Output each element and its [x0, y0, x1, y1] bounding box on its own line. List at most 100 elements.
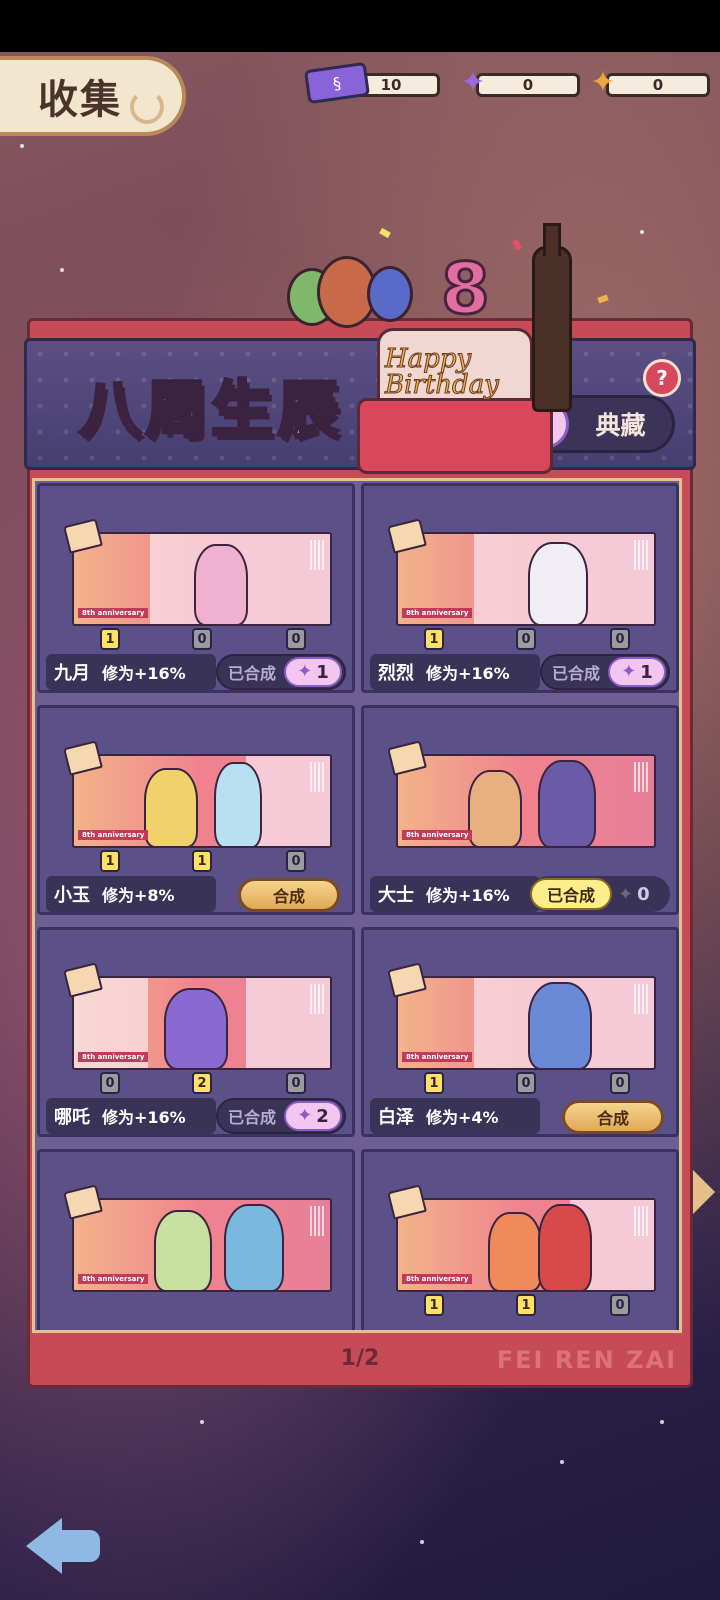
card-art: 8th anniversary — [72, 976, 332, 1070]
anniversary-label: 8th anniversary — [78, 608, 149, 618]
card-name-box: 大士 修为+16% — [370, 876, 540, 912]
card-name: 烈烈 — [378, 663, 414, 684]
piece-count: 0 — [286, 850, 306, 872]
card-art: 8th anniversary — [396, 532, 656, 626]
card-lielie[interactable]: 8th anniversary 1 0 0 烈烈 修为+16% 已合成 ✦ 1 — [361, 483, 679, 693]
event-title: 八周生辰 — [77, 372, 344, 448]
swirl-icon — [130, 90, 164, 124]
puzzle-icon: ✦ — [297, 1105, 313, 1126]
tab-collection[interactable]: 典藏 — [569, 406, 672, 442]
confetti-icon — [597, 294, 609, 304]
cake-greeting-line1: Happy — [385, 344, 472, 374]
puzzle-icon: ✦ — [297, 661, 313, 682]
purple-puzzle-count: 0 — [476, 73, 580, 97]
next-page-arrow-icon[interactable] — [693, 1170, 715, 1214]
card-art: 8th anniversary — [72, 754, 332, 848]
status-label: 已合成 — [530, 878, 612, 910]
piece-count: 1 — [100, 628, 120, 650]
sparkle-icon — [660, 1420, 664, 1424]
card-art: 8th anniversary — [72, 1198, 332, 1292]
card-art: 8th anniversary — [396, 754, 656, 848]
synthesized-status: 已合成 ✦ 1 — [540, 654, 670, 690]
duplicate-count-badge[interactable]: ✦ 2 — [284, 1101, 342, 1131]
piece-count: 0 — [192, 628, 212, 650]
sparkle-icon — [560, 1460, 564, 1464]
page-title: 收集 — [38, 77, 122, 123]
cake-greeting: Happy Birthday — [385, 344, 500, 400]
cake-number: 8 — [440, 247, 492, 332]
card-baize[interactable]: 8th anniversary 1 0 0 白泽 修为+4% 合成 — [361, 927, 679, 1137]
birthday-cake-icon: 8 Happy Birthday — [357, 228, 553, 474]
card-dashi[interactable]: 8th anniversary 大士 修为+16% 已合成 ✦ 0 — [361, 705, 679, 915]
puzzle-icon: ✦ — [621, 661, 637, 682]
sparkle-icon — [60, 268, 64, 272]
anniversary-label: 8th anniversary — [402, 608, 473, 618]
anniversary-label: 8th anniversary — [78, 830, 149, 840]
card-bonus: 修为+4% — [426, 1108, 499, 1127]
duplicate-count-badge[interactable]: ✦ 1 — [284, 657, 342, 687]
card-8[interactable]: 8th anniversary 1 1 0 — [361, 1149, 679, 1330]
help-button[interactable]: ? — [643, 359, 681, 397]
card-name: 哪吒 — [54, 1107, 90, 1128]
duplicate-count: 1 — [640, 661, 653, 683]
page-title-tab: 收集 — [0, 56, 186, 136]
anniversary-label: 8th anniversary — [78, 1274, 149, 1284]
anniversary-label: 8th anniversary — [402, 830, 473, 840]
orange-puzzle-count: 0 — [606, 73, 710, 97]
card-name: 白泽 — [378, 1107, 414, 1128]
puzzle-icon: ✦ — [618, 883, 634, 905]
cake-greeting-line2: Birthday — [385, 370, 500, 400]
sparkle-icon — [20, 144, 24, 148]
piece-count: 0 — [516, 628, 536, 650]
card-name: 大士 — [378, 885, 414, 906]
card-name-box: 哪吒 修为+16% — [46, 1098, 216, 1134]
card-art: 8th anniversary — [396, 976, 656, 1070]
piece-count: 2 — [192, 1072, 212, 1094]
card-grid: 8th anniversary 1 0 0 九月 修为+16% 已合成 ✦ 1 8… — [32, 478, 682, 1333]
card-name-box: 九月 修为+16% — [46, 654, 216, 690]
duplicate-count: 2 — [316, 1105, 329, 1127]
card-bonus: 修为+16% — [102, 1108, 186, 1127]
anniversary-label: 8th anniversary — [78, 1052, 149, 1062]
synthesize-button[interactable]: 合成 — [238, 878, 340, 912]
purple-puzzle-icon: ✦ — [460, 65, 486, 100]
card-bonus: 修为+8% — [102, 886, 175, 905]
pager: 1/2 FEI REN ZAI — [27, 1338, 693, 1388]
sparkle-icon — [640, 230, 644, 234]
card-bonus: 修为+16% — [426, 886, 510, 905]
duplicate-count-badge: ✦ 0 — [618, 884, 650, 905]
piece-count: 0 — [516, 1072, 536, 1094]
piece-count: 0 — [286, 1072, 306, 1094]
card-name-box: 白泽 修为+4% — [370, 1098, 540, 1134]
card-art: 8th anniversary — [72, 532, 332, 626]
card-art: 8th anniversary — [396, 1198, 656, 1292]
card-xiaoyu[interactable]: 8th anniversary 1 1 0 小玉 修为+8% 合成 — [37, 705, 355, 915]
status-label: 已合成 — [228, 1108, 277, 1127]
card-name-box: 烈烈 修为+16% — [370, 654, 540, 690]
card-bonus: 修为+16% — [426, 664, 510, 683]
piece-count: 0 — [610, 628, 630, 650]
piece-count: 1 — [192, 850, 212, 872]
brand-watermark: FEI REN ZAI — [496, 1346, 677, 1374]
piece-count: 1 — [424, 1294, 444, 1316]
ticket-counter[interactable]: § 10 — [303, 61, 440, 105]
synthesized-status: 已合成 ✦ 1 — [216, 654, 346, 690]
synthesize-button[interactable]: 合成 — [562, 1100, 664, 1134]
card-name-box: 小玉 修为+8% — [46, 876, 216, 912]
status-label: 已合成 — [552, 664, 601, 683]
synthesized-status: 已合成 ✦ 0 — [530, 876, 670, 912]
piece-count: 0 — [100, 1072, 120, 1094]
piece-count: 0 — [610, 1072, 630, 1094]
synthesized-status: 已合成 ✦ 2 — [216, 1098, 346, 1134]
card-jiuyue[interactable]: 8th anniversary 1 0 0 九月 修为+16% 已合成 ✦ 1 — [37, 483, 355, 693]
piece-count: 0 — [610, 1294, 630, 1316]
orange-puzzle-counter[interactable]: ✦ 0 — [586, 68, 710, 100]
status-label: 已合成 — [228, 664, 277, 683]
card-nezha[interactable]: 8th anniversary 0 2 0 哪吒 修为+16% 已合成 ✦ 2 — [37, 927, 355, 1137]
back-button[interactable] — [26, 1518, 102, 1574]
status-bar — [0, 0, 720, 52]
orange-puzzle-icon: ✦ — [590, 65, 616, 100]
card-7[interactable]: 8th anniversary — [37, 1149, 355, 1330]
purple-puzzle-counter[interactable]: ✦ 0 — [456, 68, 580, 100]
duplicate-count-badge[interactable]: ✦ 1 — [608, 657, 666, 687]
